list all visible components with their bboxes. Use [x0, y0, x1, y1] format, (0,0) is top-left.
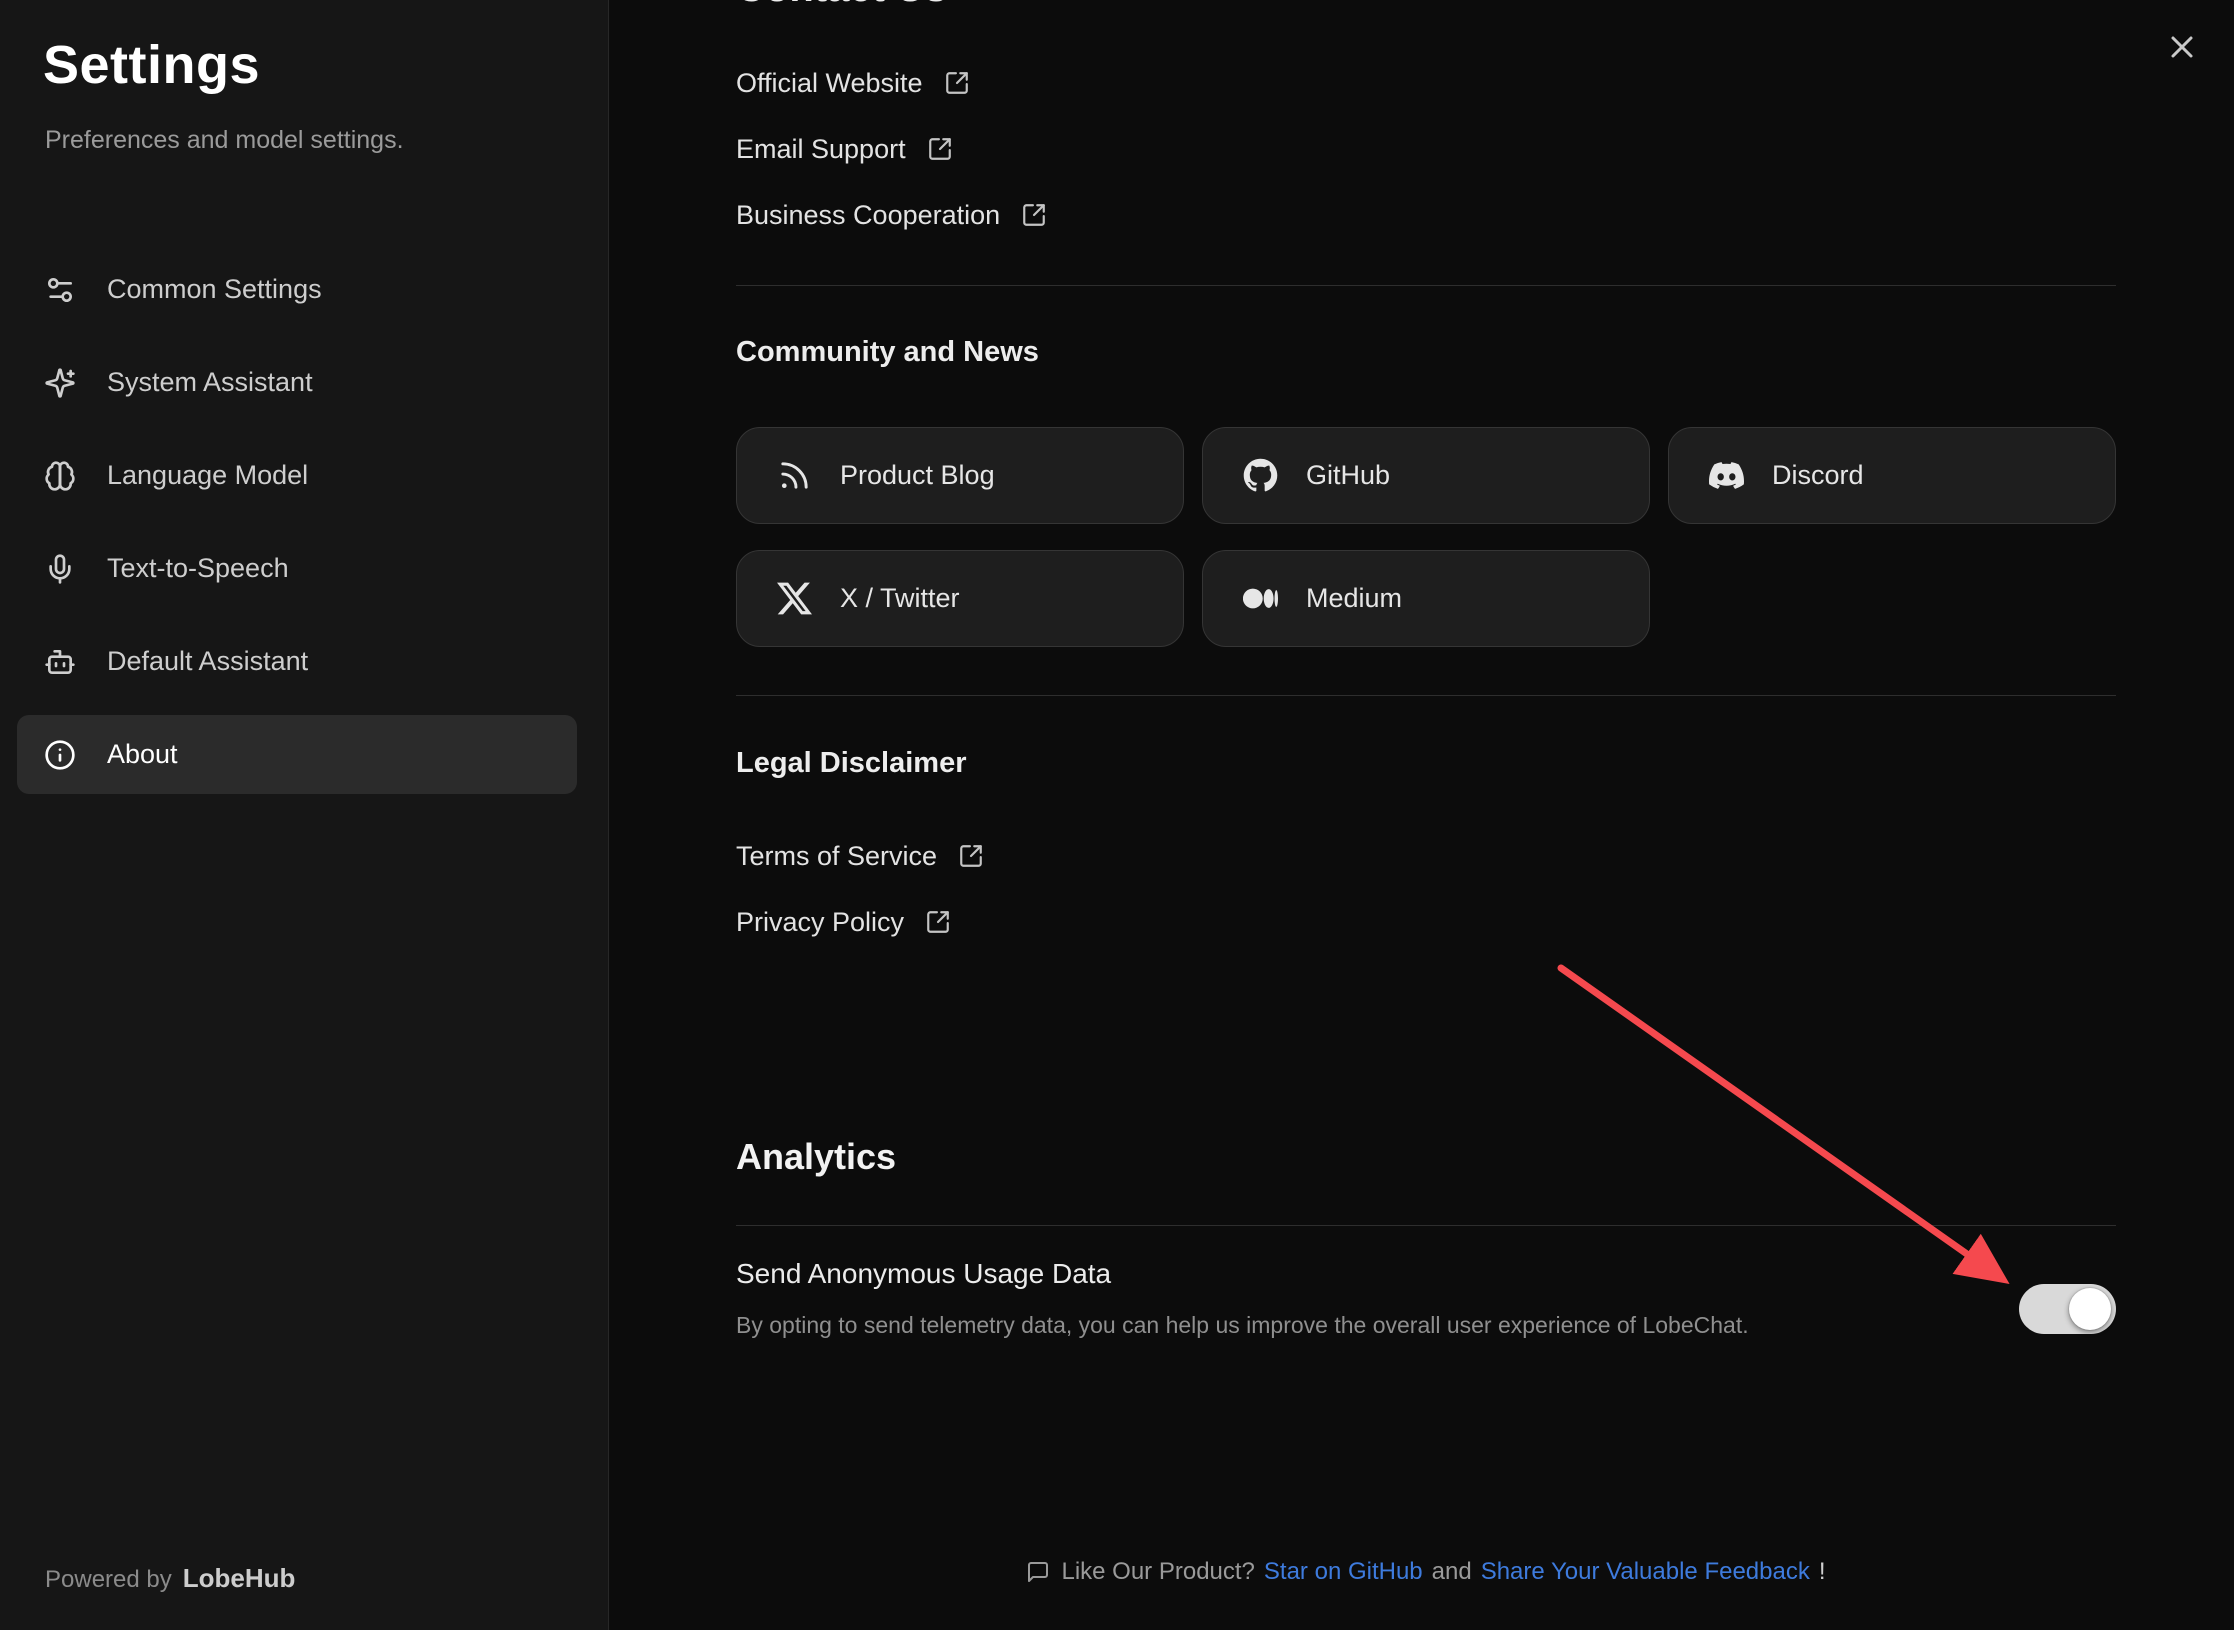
- sidebar-item-default-assistant[interactable]: Default Assistant: [17, 622, 577, 701]
- link-label: Email Support: [736, 134, 906, 165]
- divider: [736, 1225, 2116, 1226]
- github-icon: [1243, 458, 1278, 493]
- divider: [736, 695, 2116, 696]
- legal-heading: Legal Disclaimer: [736, 747, 967, 780]
- terms-of-service-link[interactable]: Terms of Service: [736, 836, 984, 876]
- settings-window: Settings Preferences and model settings.…: [0, 0, 2234, 1630]
- mic-icon: [44, 553, 76, 585]
- footer-text: and: [1432, 1558, 1472, 1586]
- footer-text: Like Our Product?: [1061, 1558, 1254, 1586]
- sidebar-item-label: About: [107, 739, 178, 770]
- about-panel: Contact Us Official Website Email Suppor…: [609, 0, 2234, 1630]
- bot-icon: [44, 646, 76, 678]
- close-icon: [2164, 29, 2200, 65]
- discord-icon: [1709, 458, 1744, 493]
- close-button[interactable]: [2162, 28, 2202, 68]
- brain-icon: [44, 460, 76, 492]
- medium-icon: [1243, 581, 1278, 616]
- footer-text: !: [1819, 1558, 1826, 1586]
- page-title: Settings: [43, 34, 260, 96]
- product-blog-button[interactable]: Product Blog: [736, 427, 1184, 524]
- sidebar-item-label: Default Assistant: [107, 646, 308, 677]
- page-subtitle: Preferences and model settings.: [45, 126, 404, 155]
- business-cooperation-link[interactable]: Business Cooperation: [736, 195, 1047, 235]
- analytics-heading: Analytics: [736, 1136, 896, 1178]
- x-icon: [777, 581, 812, 616]
- link-label: Privacy Policy: [736, 907, 904, 938]
- privacy-policy-link[interactable]: Privacy Policy: [736, 902, 951, 942]
- sidebar-item-language-model[interactable]: Language Model: [17, 436, 577, 515]
- rss-icon: [777, 458, 812, 493]
- divider: [736, 285, 2116, 286]
- sidebar-item-label: Common Settings: [107, 274, 322, 305]
- sidebar-item-about[interactable]: About: [17, 715, 577, 794]
- contact-heading: Contact Us: [736, 0, 947, 11]
- sliders-icon: [44, 274, 76, 306]
- toggle-knob: [2069, 1288, 2111, 1330]
- external-link-icon: [1021, 202, 1047, 228]
- button-label: Discord: [1772, 460, 1864, 491]
- sidebar: Settings Preferences and model settings.…: [0, 0, 609, 1630]
- sidebar-item-label: System Assistant: [107, 367, 313, 398]
- sidebar-item-label: Text-to-Speech: [107, 553, 289, 584]
- sidebar-item-label: Language Model: [107, 460, 308, 491]
- info-icon: [44, 739, 76, 771]
- sidebar-item-common-settings[interactable]: Common Settings: [17, 250, 577, 329]
- button-label: Product Blog: [840, 460, 995, 491]
- medium-button[interactable]: Medium: [1202, 550, 1650, 647]
- github-button[interactable]: GitHub: [1202, 427, 1650, 524]
- lobehub-logo[interactable]: LobeHub: [183, 1563, 296, 1594]
- email-support-link[interactable]: Email Support: [736, 129, 953, 169]
- external-link-icon: [944, 70, 970, 96]
- community-buttons: Product Blog GitHub Discord X / Twitter: [736, 427, 2116, 647]
- page-footer: Like Our Product? Star on GitHub and Sha…: [736, 1558, 2116, 1586]
- usage-data-description: By opting to send telemetry data, you ca…: [736, 1312, 1749, 1339]
- star-on-github-link[interactable]: Star on GitHub: [1264, 1558, 1423, 1586]
- message-icon: [1026, 1560, 1050, 1584]
- external-link-icon: [927, 136, 953, 162]
- powered-by: Powered by LobeHub: [45, 1563, 295, 1594]
- button-label: GitHub: [1306, 460, 1390, 491]
- external-link-icon: [925, 909, 951, 935]
- usage-data-toggle[interactable]: [2019, 1284, 2116, 1334]
- sidebar-item-system-assistant[interactable]: System Assistant: [17, 343, 577, 422]
- feedback-link[interactable]: Share Your Valuable Feedback: [1481, 1558, 1810, 1586]
- powered-by-label: Powered by: [45, 1566, 172, 1594]
- usage-data-label: Send Anonymous Usage Data: [736, 1258, 1111, 1290]
- link-label: Official Website: [736, 68, 923, 99]
- red-arrow-annotation: [1549, 950, 2049, 1320]
- sidebar-nav: Common Settings System Assistant Languag…: [17, 250, 577, 794]
- link-label: Business Cooperation: [736, 200, 1000, 231]
- button-label: X / Twitter: [840, 583, 960, 614]
- discord-button[interactable]: Discord: [1668, 427, 2116, 524]
- link-label: Terms of Service: [736, 841, 937, 872]
- button-label: Medium: [1306, 583, 1402, 614]
- external-link-icon: [958, 843, 984, 869]
- sparkles-icon: [44, 367, 76, 399]
- official-website-link[interactable]: Official Website: [736, 63, 970, 103]
- community-heading: Community and News: [736, 336, 1039, 369]
- x-twitter-button[interactable]: X / Twitter: [736, 550, 1184, 647]
- sidebar-item-text-to-speech[interactable]: Text-to-Speech: [17, 529, 577, 608]
